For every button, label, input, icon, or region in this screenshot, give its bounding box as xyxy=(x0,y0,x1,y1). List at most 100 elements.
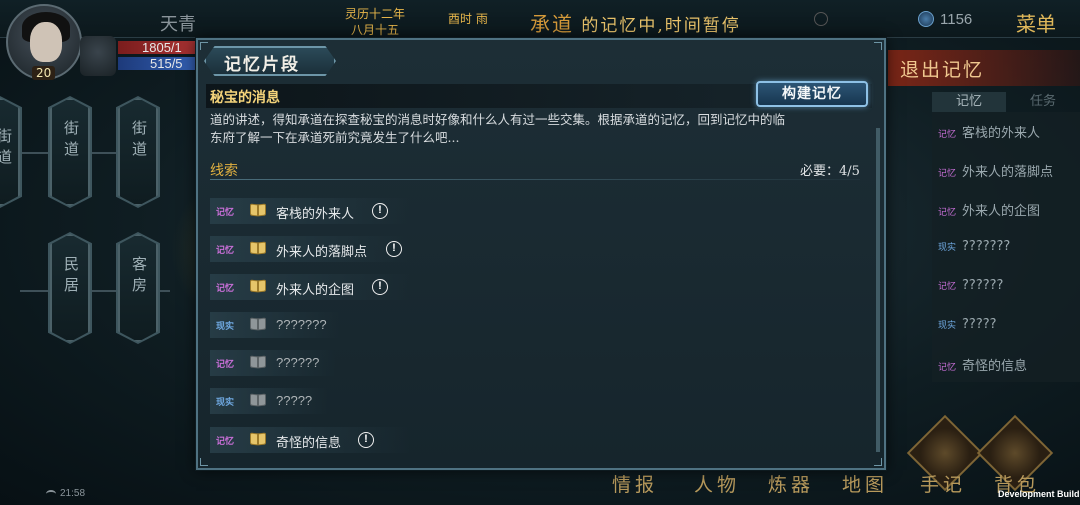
list-item-label: 客栈的外来人 xyxy=(962,126,1041,141)
reality-tag: 现实 xyxy=(216,398,235,408)
memory-tag: 记忆 xyxy=(216,284,235,294)
list-item[interactable]: 现实????? xyxy=(938,317,997,337)
map-node-label: 街道 xyxy=(62,120,80,162)
dialog-title: 记忆片段 xyxy=(224,55,300,75)
memory-subtitle: 秘宝的消息 xyxy=(210,90,280,106)
companion-avatar[interactable] xyxy=(80,36,116,76)
build-memory-button[interactable]: 构建记忆 xyxy=(756,81,868,107)
map-node-label: 街道 xyxy=(130,120,148,162)
exit-memory-label: 退出记忆 xyxy=(900,59,985,81)
list-item[interactable]: 记忆 客栈的外来人 xyxy=(938,122,1040,142)
list-item[interactable]: 记忆 奇怪的信息 xyxy=(938,355,1027,375)
list-item[interactable]: 记忆 外来人的企图 xyxy=(938,200,1040,220)
map-node-label: 民居 xyxy=(62,256,80,298)
hp-value: 1805/1 xyxy=(142,40,182,55)
clue-row[interactable]: 现实 ??????? xyxy=(210,312,340,338)
book-icon xyxy=(250,355,266,369)
description-line: 东府了解一下在承道死前究竟发生了什么吧... xyxy=(210,130,460,145)
memory-tag: 记忆 xyxy=(216,437,235,447)
clue-label: 外来人的企图 xyxy=(276,283,355,298)
clue-row[interactable]: 记忆 奇怪的信息 ! xyxy=(210,427,410,453)
memory-tag: 记忆 xyxy=(216,208,235,218)
required-count: 必要：4/5 xyxy=(800,164,860,179)
mp-value: 515/5 xyxy=(150,56,183,71)
book-icon xyxy=(250,279,266,293)
alert-icon[interactable]: ! xyxy=(386,241,402,257)
reality-tag: 现实 xyxy=(938,243,957,253)
list-item-label: ????? xyxy=(962,317,997,332)
banner-text: 的记忆中,时间暂停 xyxy=(581,16,741,36)
menu-button[interactable]: 菜单 xyxy=(1016,8,1056,37)
avatar-face xyxy=(30,22,62,62)
clue-row[interactable]: 记忆 外来人的落脚点 ! xyxy=(210,236,410,262)
divider xyxy=(210,179,860,180)
memory-description: 道的讲述，得知承道在探查秘宝的消息时好像和什么人有过一些交集。根据承道的记忆，回… xyxy=(210,111,860,147)
map-node-label: 街道 xyxy=(0,128,13,170)
description-line: 道的讲述，得知承道在探查秘宝的消息时好像和什么人有过一些交集。根据承道的记忆，回… xyxy=(210,112,786,127)
alert-icon[interactable]: ! xyxy=(372,279,388,295)
clue-row[interactable]: 现实 ????? xyxy=(210,388,328,414)
frame-corner xyxy=(200,42,208,50)
nav-forge[interactable]: 炼器 xyxy=(768,470,814,497)
clue-row[interactable]: 记忆 ?????? xyxy=(210,350,336,376)
system-clock: 21:58 xyxy=(60,488,86,499)
nav-characters[interactable]: 人物 xyxy=(694,470,740,497)
tab-quest[interactable]: 任务 xyxy=(1006,92,1080,112)
exit-memory-button[interactable]: 退出记忆 xyxy=(888,50,1080,86)
scrollbar[interactable] xyxy=(876,128,880,452)
game-date: 灵历十二年 八月十五 xyxy=(345,6,405,38)
clue-label: 外来人的落脚点 xyxy=(276,245,368,260)
memory-tag: 记忆 xyxy=(938,363,957,373)
book-icon xyxy=(250,432,266,446)
alert-icon[interactable]: ! xyxy=(358,432,374,448)
list-item[interactable]: 记忆?????? xyxy=(938,278,1003,298)
nav-map[interactable]: 地图 xyxy=(842,470,888,497)
book-icon xyxy=(250,317,266,331)
list-item[interactable]: 记忆 外来人的落脚点 xyxy=(938,161,1053,181)
reality-tag: 现实 xyxy=(938,321,957,331)
clue-label: 客栈的外来人 xyxy=(276,207,355,222)
map-node-label: 客房 xyxy=(130,256,148,298)
date-year: 灵历十二年 xyxy=(345,7,406,21)
date-day: 八月十五 xyxy=(351,23,400,37)
nav-journal[interactable]: 手记 xyxy=(920,470,966,497)
memory-tag: 记忆 xyxy=(216,360,235,370)
clue-row[interactable]: 记忆 客栈的外来人 ! xyxy=(210,198,410,224)
frame-corner xyxy=(200,458,208,466)
memory-tag: 记忆 xyxy=(938,169,957,179)
side-tabs: 记忆 任务 xyxy=(932,92,1080,112)
book-icon xyxy=(250,393,266,407)
frame-corner xyxy=(874,42,882,50)
currency-value: 1156 xyxy=(940,11,973,28)
clue-label: 奇怪的信息 xyxy=(276,436,342,451)
scroll-thumb[interactable] xyxy=(876,128,880,452)
game-time-weather: 酉时 雨 xyxy=(448,12,488,26)
clue-label: ????? xyxy=(276,393,313,408)
emote-icon[interactable] xyxy=(814,12,828,26)
clue-row[interactable]: 记忆 外来人的企图 ! xyxy=(210,274,410,300)
wifi-icon xyxy=(46,490,56,498)
clue-label: ??????? xyxy=(276,317,327,332)
clue-header: 线索 xyxy=(210,163,238,179)
side-clue-list: 记忆 客栈的外来人 记忆 外来人的落脚点 记忆 外来人的企图 现实??????? 记忆… xyxy=(932,112,1080,382)
memory-tag: 记忆 xyxy=(216,246,235,256)
player-level: 20 xyxy=(32,66,56,80)
clue-label: ?????? xyxy=(276,355,320,370)
book-icon xyxy=(250,203,266,217)
time-paused-banner: 承道 的记忆中,时间暂停 xyxy=(530,8,741,37)
list-item-label: 外来人的落脚点 xyxy=(962,165,1054,180)
nav-intel[interactable]: 情报 xyxy=(612,470,658,497)
banner-character-name: 承道 xyxy=(530,12,574,36)
list-item-label: ?????? xyxy=(962,278,1004,293)
list-item[interactable]: 现实??????? xyxy=(938,239,1010,259)
tab-memory[interactable]: 记忆 xyxy=(932,92,1006,112)
memory-tag: 记忆 xyxy=(938,282,957,292)
dev-build-label: Development Build xyxy=(998,489,1080,499)
reality-tag: 现实 xyxy=(216,322,235,332)
memory-tag: 记忆 xyxy=(938,130,957,140)
list-item-label: ??????? xyxy=(962,239,1011,254)
alert-icon[interactable]: ! xyxy=(372,203,388,219)
list-item-label: 外来人的企图 xyxy=(962,204,1041,219)
player-name: 天青 xyxy=(160,14,196,35)
memory-fragment-dialog: 记忆片段 秘宝的消息 构建记忆 道的讲述，得知承道在探查秘宝的消息时好像和什么人… xyxy=(196,38,886,470)
